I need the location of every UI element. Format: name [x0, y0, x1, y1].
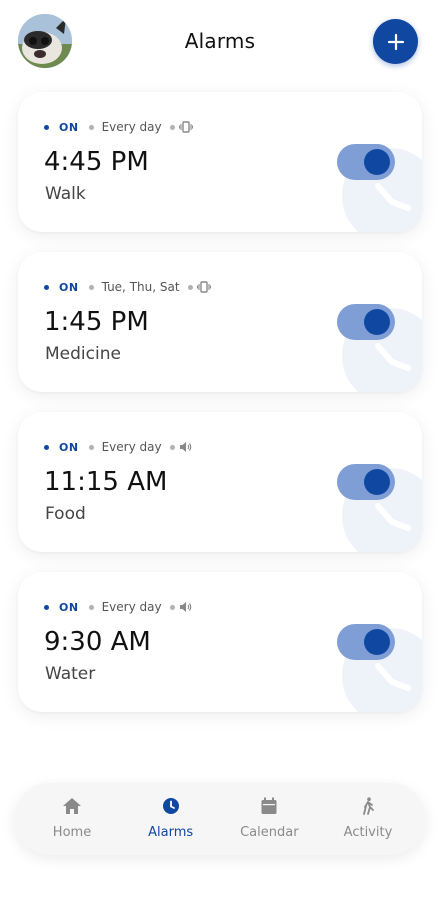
nav-label: Activity [343, 825, 393, 840]
separator-dot [169, 444, 175, 450]
repeat-days: Every day [101, 120, 162, 134]
add-alarm-button[interactable] [373, 19, 418, 64]
alarm-toggle[interactable] [337, 144, 395, 180]
plus-icon [387, 33, 404, 50]
alarm-time: 4:45 PM [44, 147, 149, 177]
toggle-knob [364, 309, 390, 335]
alarm-meta: ON Every day [44, 119, 193, 135]
separator-dot [169, 604, 175, 610]
alarm-meta: ON Every day [44, 439, 192, 455]
status-text: ON [59, 120, 79, 134]
toggle-knob [364, 149, 390, 175]
nav-label: Alarms [148, 825, 194, 840]
status-dot [44, 604, 49, 610]
status-text: ON [59, 440, 79, 454]
status-dot [44, 444, 49, 450]
separator-dot [88, 124, 94, 130]
walk-icon [361, 796, 375, 816]
home-icon [62, 796, 82, 816]
repeat-days: Tue, Thu, Sat [101, 280, 180, 294]
nav-item-activity[interactable]: Activity [320, 783, 416, 855]
app-header: Alarms [0, 0, 440, 90]
alarm-meta: ON Tue, Thu, Sat [44, 279, 211, 295]
vibrate-icon [178, 121, 193, 133]
vibrate-icon [196, 281, 211, 293]
toggle-knob [364, 629, 390, 655]
repeat-days: Every day [101, 600, 162, 614]
alarm-label: Food [45, 504, 86, 524]
alarm-time: 9:30 AM [44, 627, 151, 657]
alarm-card[interactable]: ON Every day 4:45 PM Walk [18, 92, 422, 232]
alarm-label: Walk [45, 184, 86, 204]
sound-icon [179, 441, 192, 453]
alarm-card[interactable]: ON Every day 11:15 AM Food [18, 412, 422, 552]
separator-dot [88, 444, 94, 450]
separator-dot [88, 284, 94, 290]
calendar-icon [261, 796, 277, 816]
status-dot [44, 284, 49, 290]
nav-item-home[interactable]: Home [24, 783, 120, 855]
alarm-label: Medicine [45, 344, 121, 364]
alarm-meta: ON Every day [44, 599, 192, 615]
alarm-card[interactable]: ON Tue, Thu, Sat 1:45 PM Medicine [18, 252, 422, 392]
toggle-knob [364, 469, 390, 495]
status-text: ON [59, 600, 79, 614]
status-text: ON [59, 280, 79, 294]
bottom-nav: Home Alarms Calendar Activity [14, 783, 426, 855]
alarm-toggle[interactable] [337, 464, 395, 500]
nav-item-alarms[interactable]: Alarms [123, 783, 219, 855]
nav-item-calendar[interactable]: Calendar [221, 783, 317, 855]
status-dot [44, 124, 49, 130]
nav-label: Home [52, 825, 92, 840]
alarm-list: ON Every day 4:45 PM Walk ON Tue, Thu, S… [18, 92, 422, 732]
clock-icon [162, 796, 180, 816]
separator-dot [187, 284, 193, 290]
repeat-days: Every day [101, 440, 162, 454]
alarm-toggle[interactable] [337, 624, 395, 660]
separator-dot [169, 124, 175, 130]
sound-icon [179, 601, 192, 613]
separator-dot [88, 604, 94, 610]
nav-label: Calendar [240, 825, 299, 840]
alarm-toggle[interactable] [337, 304, 395, 340]
alarm-card[interactable]: ON Every day 9:30 AM Water [18, 572, 422, 712]
alarm-time: 11:15 AM [44, 467, 168, 497]
alarm-label: Water [45, 664, 96, 684]
alarm-time: 1:45 PM [44, 307, 149, 337]
